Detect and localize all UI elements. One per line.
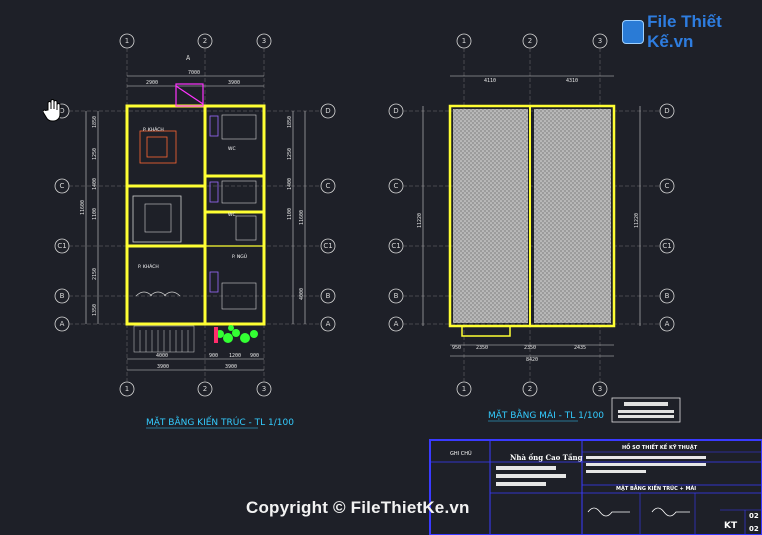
drawing-code: KT (724, 521, 738, 531)
svg-text:D: D (325, 107, 330, 115)
svg-text:A: A (60, 320, 65, 328)
svg-text:3900: 3900 (225, 364, 237, 370)
room-label: WC (228, 212, 236, 218)
svg-text:C: C (60, 182, 65, 190)
room-label: P. KHÁCH (143, 126, 164, 133)
copyright-watermark: Copyright © FileThietKe.vn (246, 498, 470, 517)
svg-text:1200: 1200 (229, 353, 241, 359)
logo-icon (622, 20, 645, 44)
svg-text:A: A (186, 54, 191, 62)
svg-text:4000: 4000 (156, 353, 168, 359)
svg-text:900: 900 (250, 353, 259, 359)
svg-text:4110: 4110 (484, 78, 496, 84)
svg-text:4310: 4310 (566, 78, 578, 84)
svg-text:3900: 3900 (228, 80, 240, 86)
svg-text:3: 3 (598, 385, 602, 393)
site-logo: File Thiết Kế.vn (622, 12, 762, 52)
axis-label: 3 (262, 37, 266, 45)
sheet-total: 02 (749, 525, 759, 533)
room-label: WC (228, 146, 236, 152)
svg-text:C: C (665, 182, 670, 190)
svg-text:C1: C1 (391, 242, 400, 250)
svg-text:2: 2 (528, 37, 532, 45)
svg-text:B: B (665, 292, 670, 300)
architectural-floor-plan: 1 2 3 1 2 3 D C C1 B A D C C1 B A 7000 2… (54, 33, 336, 429)
svg-text:1400: 1400 (287, 178, 293, 190)
svg-text:C1: C1 (323, 242, 332, 250)
svg-text:1850: 1850 (287, 116, 293, 128)
svg-text:950: 950 (452, 345, 461, 351)
axis-label: 2 (203, 385, 207, 393)
svg-text:2350: 2350 (476, 345, 488, 351)
title-block-notes: GHI CHÚ (450, 450, 472, 457)
svg-text:1400: 1400 (92, 178, 98, 190)
svg-text:A: A (665, 320, 670, 328)
svg-text:11600: 11600 (80, 200, 86, 215)
svg-text:C1: C1 (57, 242, 66, 250)
svg-text:D: D (664, 107, 669, 115)
svg-text:1100: 1100 (287, 208, 293, 220)
svg-text:11220: 11220 (417, 213, 423, 228)
svg-text:2350: 2350 (524, 345, 536, 351)
svg-text:1: 1 (462, 37, 466, 45)
svg-text:1850: 1850 (92, 116, 98, 128)
svg-text:2435: 2435 (574, 345, 586, 351)
svg-text:A: A (394, 320, 399, 328)
svg-text:2900: 2900 (146, 80, 158, 86)
furniture (132, 114, 258, 353)
svg-text:C: C (394, 182, 399, 190)
logo-text: File Thiết Kế.vn (647, 12, 722, 51)
svg-text:7000: 7000 (188, 70, 200, 76)
svg-text:900: 900 (209, 353, 218, 359)
svg-text:8420: 8420 (526, 357, 538, 363)
svg-text:11220: 11220 (634, 213, 640, 228)
svg-text:1350: 1350 (92, 304, 98, 316)
svg-text:2150: 2150 (92, 268, 98, 280)
roof-plan: 1 2 3 1 2 3 D C C1 B A D C C1 B A 4110 4… (388, 33, 681, 423)
svg-text:1100: 1100 (92, 208, 98, 220)
cad-drawing-canvas[interactable]: 1 2 3 1 2 3 D C C1 B A D C C1 B A 7000 2… (0, 0, 762, 535)
svg-text:2: 2 (528, 385, 532, 393)
room-label: P. KHÁCH (138, 263, 159, 270)
svg-text:1250: 1250 (287, 148, 293, 160)
svg-text:C1: C1 (662, 242, 671, 250)
svg-text:3: 3 (598, 37, 602, 45)
svg-text:C: C (326, 182, 331, 190)
plan-title: MẶT BẰNG KIẾN TRÚC - TL 1/100 (146, 415, 294, 428)
pan-hand-icon[interactable] (42, 98, 65, 122)
sheet-number: 02 (749, 512, 759, 520)
svg-text:B: B (326, 292, 331, 300)
sheet-name: MẶT BẰNG KIẾN TRÚC + MÁI (616, 484, 696, 492)
axis-label: 1 (125, 385, 129, 393)
svg-text:3900: 3900 (157, 364, 169, 370)
axis-label: 2 (203, 37, 207, 45)
axis-label: 1 (125, 37, 129, 45)
svg-text:1250: 1250 (92, 148, 98, 160)
svg-text:A: A (326, 320, 331, 328)
project-name: Nhà ống Cao Tầng (510, 453, 583, 462)
plan-title: MẶT BẰNG MÁI - TL 1/100 (488, 408, 604, 421)
svg-text:4000: 4000 (299, 288, 305, 300)
title-block: GHI CHÚ Nhà ống Cao Tầng HỒ SƠ THIẾT KẾ … (429, 439, 762, 535)
svg-text:11600: 11600 (299, 210, 305, 225)
svg-text:B: B (60, 292, 65, 300)
svg-text:D: D (393, 107, 398, 115)
axis-label: 3 (262, 385, 266, 393)
svg-text:1: 1 (462, 385, 466, 393)
room-label: P. NGỦ (232, 252, 247, 260)
svg-text:B: B (394, 292, 399, 300)
